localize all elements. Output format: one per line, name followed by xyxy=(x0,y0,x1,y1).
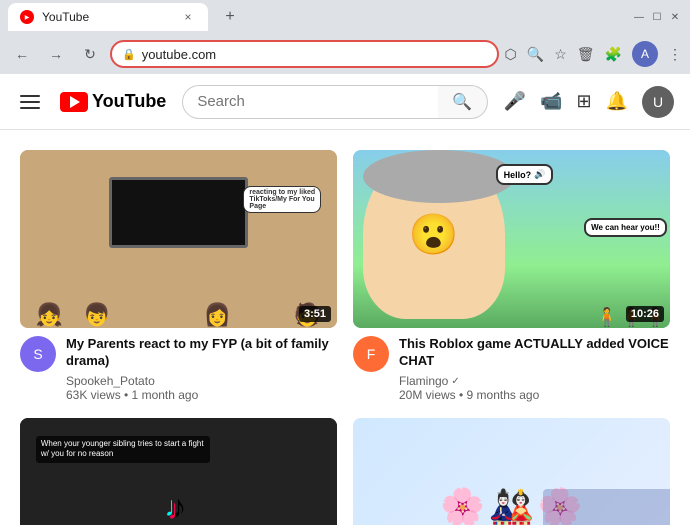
tab-close-button[interactable]: × xyxy=(180,9,196,25)
thumb-scene: 🌸 🎎 🌸 xyxy=(353,418,670,525)
video-stats: 63K views • 1 month ago xyxy=(66,388,337,402)
window-controls: — ☐ ✕ xyxy=(632,10,682,24)
back-button[interactable]: ← xyxy=(8,40,36,68)
tab-favicon xyxy=(20,10,34,24)
address-bar-icons: ⬡ 🔍 ☆ 🗑 🧩 A ⋮ xyxy=(505,41,682,67)
tiktok-icon: ♩ xyxy=(165,491,193,523)
mic-icon[interactable]: 🎤 xyxy=(504,91,526,112)
youtube-header: YouTube 🔍 🎤 📹 ⊞ 🔔 U xyxy=(0,74,690,130)
delete-icon[interactable]: 🗑 xyxy=(577,46,595,63)
refresh-button[interactable]: ↻ xyxy=(76,40,104,68)
tab-title: YouTube xyxy=(42,10,172,24)
video-thumbnail[interactable]: 🌸 🎎 🌸 xyxy=(353,418,670,525)
lock-icon: 🔒 xyxy=(122,48,136,61)
active-tab[interactable]: YouTube × xyxy=(8,3,208,31)
video-meta: This Roblox game ACTUALLY added VOICE CH… xyxy=(399,336,670,402)
youtube-app: YouTube 🔍 🎤 📹 ⊞ 🔔 U xyxy=(0,74,690,525)
video-title: This Roblox game ACTUALLY added VOICE CH… xyxy=(399,336,670,370)
notifications-bell-icon[interactable]: 🔔 xyxy=(606,91,628,112)
apps-grid-icon[interactable]: ⊞ xyxy=(576,91,591,112)
address-bar-row: ← → ↻ 🔒 youtube.com ⬡ 🔍 ☆ 🗑 🧩 A ⋮ xyxy=(0,34,690,74)
search-form: 🔍 xyxy=(182,85,487,119)
speaker-icon: 🔊 xyxy=(534,169,545,180)
character-1: 👧 xyxy=(36,302,63,328)
thumb-scene: reacting to my likedTikToks/My For YouPa… xyxy=(20,150,337,328)
hamburger-line-3 xyxy=(20,107,40,109)
channel-name-text: Flamingo xyxy=(399,374,448,388)
browser-frame: YouTube × + — ☐ ✕ ← → ↻ 🔒 youtube.com ⬡ … xyxy=(0,0,690,525)
address-bar[interactable]: 🔒 youtube.com xyxy=(110,40,499,68)
youtube-logo-icon xyxy=(60,92,88,112)
maximize-button[interactable]: ☐ xyxy=(650,10,664,24)
anime-char-2: 🎎 xyxy=(489,486,534,525)
youtube-play-icon xyxy=(70,96,80,108)
new-tab-button[interactable]: + xyxy=(216,3,244,31)
video-card[interactable]: 🌸 🎎 🌸 A Anime style video xyxy=(353,418,670,525)
hello-text: Hello? xyxy=(504,170,532,180)
hamburger-line-2 xyxy=(20,101,40,103)
anime-char-1: 🌸 xyxy=(440,486,485,525)
video-card[interactable]: reacting to my likedTikToks/My For YouPa… xyxy=(20,150,337,402)
title-bar: YouTube × + — ☐ ✕ xyxy=(0,0,690,34)
search-input[interactable] xyxy=(182,85,437,119)
browser-account-icon[interactable]: A xyxy=(632,41,658,67)
bookmark-icon[interactable]: ☆ xyxy=(554,46,567,63)
video-title: My Parents react to my FYP (a bit of fam… xyxy=(66,336,337,370)
speech-bubble: reacting to my likedTikToks/My For YouPa… xyxy=(243,186,321,213)
video-duration-badge: 10:26 xyxy=(626,306,664,322)
youtube-logo[interactable]: YouTube xyxy=(60,91,166,112)
hello-speech-bubble: Hello? 🔊 xyxy=(496,164,554,185)
tv-element xyxy=(109,177,248,248)
extension-icon[interactable]: 🧩 xyxy=(605,46,622,63)
character-3: 👩 xyxy=(204,302,231,328)
video-thumbnail[interactable]: 😮 Hello? 🔊 We can hear you!! xyxy=(353,150,670,328)
hear-speech-bubble: We can hear you!! xyxy=(584,218,667,237)
video-info: F This Roblox game ACTUALLY added VOICE … xyxy=(353,336,670,402)
video-card[interactable]: 😮 Hello? 🔊 We can hear you!! xyxy=(353,150,670,402)
channel-name[interactable]: Spookeh_Potato xyxy=(66,374,337,388)
video-meta: My Parents react to my FYP (a bit of fam… xyxy=(66,336,337,402)
video-camera-icon[interactable]: 📹 xyxy=(540,91,562,112)
city-bg xyxy=(543,489,670,525)
channel-name[interactable]: Flamingo ✓ xyxy=(399,374,670,388)
video-grid: reacting to my likedTikToks/My For YouPa… xyxy=(20,150,670,525)
youtube-content: reacting to my likedTikToks/My For YouPa… xyxy=(0,130,690,525)
hat xyxy=(363,150,515,203)
search-icon: 🔍 xyxy=(452,92,472,112)
hamburger-line-1 xyxy=(20,95,40,97)
cast-icon[interactable]: ⬡ xyxy=(505,46,517,63)
video-info: S My Parents react to my FYP (a bit of f… xyxy=(20,336,337,402)
thumb-scene: ♪ ♩ When your younger sibling tries to s… xyxy=(20,418,337,525)
video-thumbnail[interactable]: reacting to my likedTikToks/My For YouPa… xyxy=(20,150,337,328)
character-2: 👦 xyxy=(83,302,110,328)
video-stats: 20M views • 9 months ago xyxy=(399,388,670,402)
verified-checkmark-icon: ✓ xyxy=(451,376,459,387)
forward-button[interactable]: → xyxy=(42,40,70,68)
address-bar-wrap: 🔒 youtube.com xyxy=(110,40,499,68)
video-card[interactable]: ♪ ♩ When your younger sibling tries to s… xyxy=(20,418,337,525)
youtube-logo-text: YouTube xyxy=(92,91,166,112)
close-window-button[interactable]: ✕ xyxy=(668,10,682,24)
minimize-button[interactable]: — xyxy=(632,10,646,24)
channel-avatar[interactable]: S xyxy=(20,336,56,372)
browser-menu-icon[interactable]: ⋮ xyxy=(668,46,682,63)
address-text[interactable]: youtube.com xyxy=(142,47,487,62)
video-thumbnail[interactable]: ♪ ♩ When your younger sibling tries to s… xyxy=(20,418,337,525)
user-avatar[interactable]: U xyxy=(642,86,674,118)
zoom-icon[interactable]: 🔍 xyxy=(527,46,544,63)
hamburger-menu-button[interactable] xyxy=(16,91,44,113)
text-overlay-1: When your younger sibling tries to start… xyxy=(36,436,210,463)
video-duration-badge: 3:51 xyxy=(299,306,331,322)
search-button[interactable]: 🔍 xyxy=(438,85,488,119)
thumb-scene: 😮 Hello? 🔊 We can hear you!! xyxy=(353,150,670,328)
header-right-icons: 🎤 📹 ⊞ 🔔 U xyxy=(504,86,674,118)
channel-avatar[interactable]: F xyxy=(353,336,389,372)
